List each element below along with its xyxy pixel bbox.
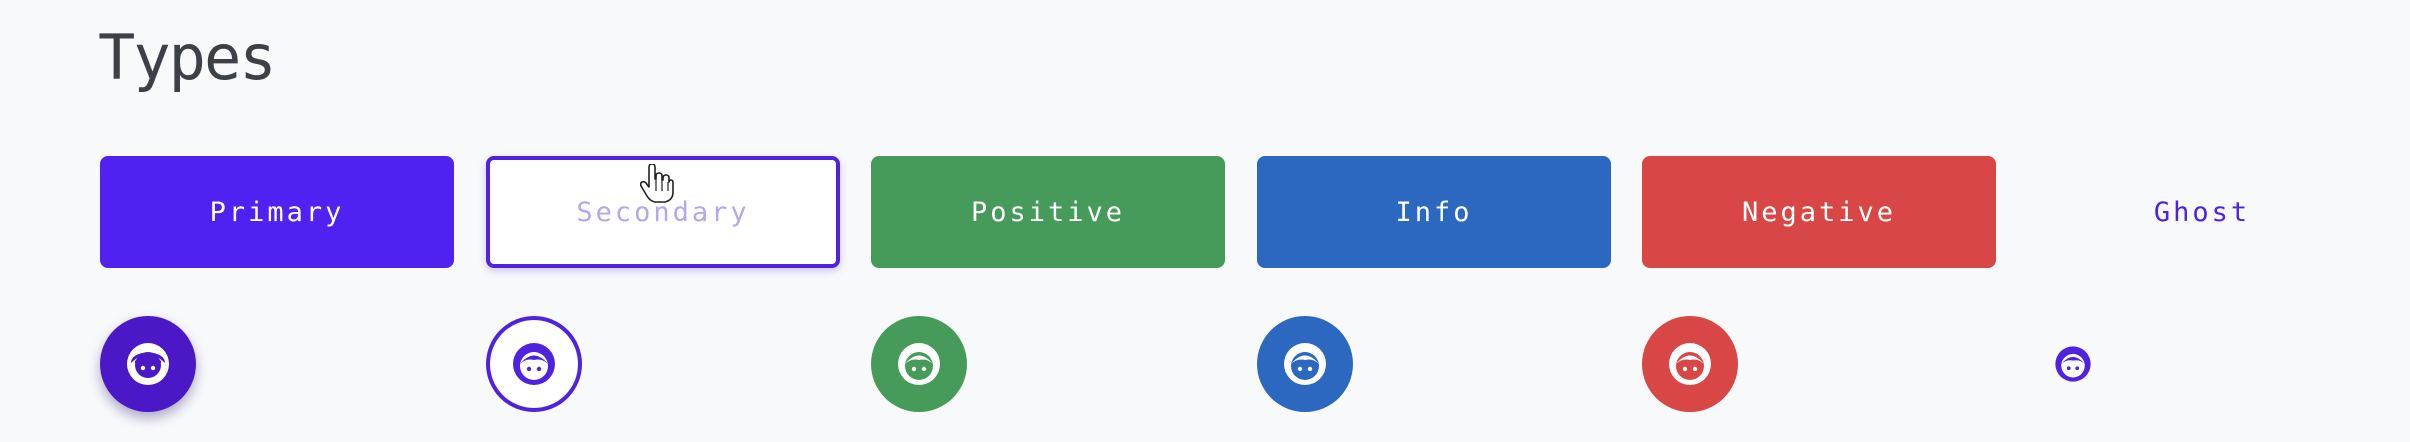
ghost-button-label: Ghost: [2153, 196, 2251, 228]
info-icon-button[interactable]: [1257, 316, 1353, 412]
secondary-icon-button[interactable]: [486, 316, 582, 412]
section-title: Types: [98, 21, 277, 94]
positive-icon-button[interactable]: [871, 316, 967, 412]
negative-button-label: Negative: [1741, 196, 1897, 228]
primary-icon-button[interactable]: [100, 316, 196, 412]
primary-button-label: Primary: [209, 196, 345, 228]
face-icon: [2052, 343, 2094, 385]
negative-button[interactable]: Negative: [1642, 156, 1996, 268]
negative-icon-button[interactable]: [1642, 316, 1738, 412]
face-icon: [1280, 339, 1330, 389]
face-icon: [894, 339, 944, 389]
face-icon: [509, 339, 559, 389]
info-button-label: Info: [1395, 196, 1473, 228]
primary-button[interactable]: Primary: [100, 156, 454, 268]
hand-cursor-icon: [639, 163, 674, 204]
info-button[interactable]: Info: [1257, 156, 1611, 268]
ghost-button[interactable]: Ghost: [2025, 156, 2379, 268]
face-icon: [1665, 339, 1715, 389]
face-icon: [123, 339, 173, 389]
positive-button[interactable]: Positive: [871, 156, 1225, 268]
positive-button-label: Positive: [970, 196, 1126, 228]
ghost-icon-button[interactable]: [2025, 316, 2121, 412]
